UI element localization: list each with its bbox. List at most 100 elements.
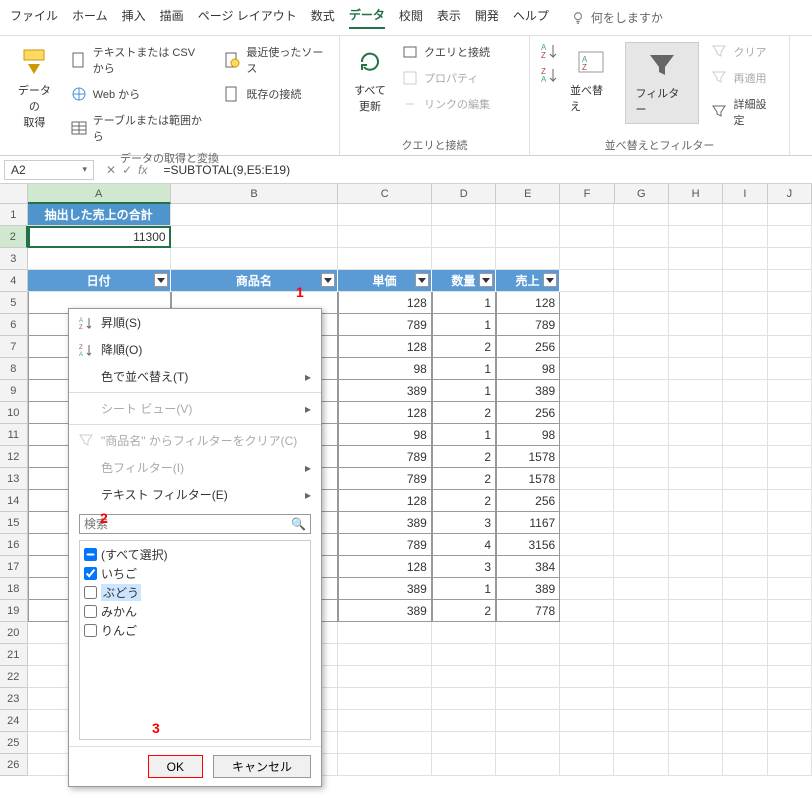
cell-sales[interactable]: 1578 <box>496 468 560 490</box>
cell-sales[interactable]: 389 <box>496 380 560 402</box>
cell[interactable] <box>768 358 812 380</box>
checkbox[interactable] <box>84 624 97 637</box>
cell[interactable] <box>496 226 560 248</box>
cell[interactable] <box>614 688 668 710</box>
cell[interactable] <box>768 534 812 556</box>
web-button[interactable]: Web から <box>67 84 213 104</box>
cell[interactable] <box>614 644 668 666</box>
cell[interactable] <box>560 314 614 336</box>
cell[interactable] <box>723 402 767 424</box>
cell[interactable] <box>669 578 723 600</box>
cell-qty[interactable]: 2 <box>432 600 496 622</box>
cell[interactable] <box>432 204 496 226</box>
tab-draw[interactable]: 描画 <box>160 7 184 28</box>
cell[interactable] <box>723 534 767 556</box>
th-date[interactable]: 日付 <box>28 270 171 292</box>
cell[interactable] <box>614 578 668 600</box>
cell[interactable] <box>669 468 723 490</box>
cell[interactable] <box>723 644 767 666</box>
text-filter-item[interactable]: テキスト フィルター(E)▸ <box>69 481 321 508</box>
cell[interactable] <box>768 490 812 512</box>
row-header[interactable]: 14 <box>0 490 28 512</box>
cell-price[interactable]: 128 <box>338 402 432 424</box>
cell[interactable] <box>669 688 723 710</box>
cell-sales[interactable]: 3156 <box>496 534 560 556</box>
col-header-f[interactable]: F <box>560 184 614 204</box>
cell[interactable] <box>614 556 668 578</box>
cell[interactable] <box>614 600 668 622</box>
cell[interactable] <box>496 710 560 732</box>
cell[interactable] <box>768 468 812 490</box>
cell-qty[interactable]: 2 <box>432 490 496 512</box>
cell[interactable] <box>28 248 171 270</box>
col-header-a[interactable]: A <box>28 184 171 204</box>
filter-check-item[interactable]: いちご <box>84 564 306 583</box>
cell[interactable] <box>560 556 614 578</box>
tab-developer[interactable]: 開発 <box>475 7 499 28</box>
filter-arrow-icon[interactable] <box>321 273 335 287</box>
cell-price[interactable]: 789 <box>338 468 432 490</box>
cell[interactable] <box>669 512 723 534</box>
col-header-b[interactable]: B <box>171 184 339 204</box>
cell[interactable] <box>768 402 812 424</box>
cell[interactable] <box>560 358 614 380</box>
row-header[interactable]: 15 <box>0 512 28 534</box>
cell[interactable] <box>560 292 614 314</box>
tab-insert[interactable]: 挿入 <box>122 7 146 28</box>
cell[interactable] <box>669 314 723 336</box>
row-header[interactable]: 9 <box>0 380 28 402</box>
filter-check-item[interactable]: (すべて選択) <box>84 545 306 564</box>
cell-sales[interactable]: 384 <box>496 556 560 578</box>
cell-sales[interactable]: 256 <box>496 490 560 512</box>
cell[interactable] <box>669 424 723 446</box>
row-header[interactable]: 17 <box>0 556 28 578</box>
cell[interactable] <box>338 204 432 226</box>
sort-asc-item[interactable]: AZ昇順(S) <box>69 309 321 336</box>
cell-qty[interactable]: 3 <box>432 512 496 534</box>
cell[interactable] <box>723 204 767 226</box>
cell[interactable] <box>669 534 723 556</box>
cell-price[interactable]: 128 <box>338 490 432 512</box>
cell[interactable] <box>614 270 668 292</box>
cell-sales[interactable]: 128 <box>496 292 560 314</box>
cell[interactable] <box>560 270 614 292</box>
cell[interactable] <box>496 688 560 710</box>
cell[interactable] <box>432 226 496 248</box>
row-header[interactable]: 19 <box>0 600 28 622</box>
select-all-corner[interactable] <box>0 184 28 204</box>
cell[interactable] <box>669 358 723 380</box>
ok-button[interactable]: OK <box>148 755 203 778</box>
cell[interactable] <box>723 622 767 644</box>
formula-input[interactable]: =SUBTOTAL(9,E5:E19) <box>155 161 812 179</box>
cell[interactable] <box>768 644 812 666</box>
cell[interactable] <box>669 446 723 468</box>
row-header[interactable]: 26 <box>0 754 28 776</box>
cell[interactable] <box>560 336 614 358</box>
col-header-h[interactable]: H <box>669 184 723 204</box>
cell-price[interactable]: 389 <box>338 600 432 622</box>
checkbox[interactable] <box>84 605 97 618</box>
cell[interactable] <box>560 732 614 754</box>
cell[interactable] <box>768 204 812 226</box>
row-header[interactable]: 2 <box>0 226 28 248</box>
row-header[interactable]: 16 <box>0 534 28 556</box>
cell[interactable] <box>560 534 614 556</box>
cell-price[interactable]: 389 <box>338 380 432 402</box>
cell[interactable] <box>768 732 812 754</box>
cell[interactable] <box>614 204 668 226</box>
cell-qty[interactable]: 2 <box>432 402 496 424</box>
label-total[interactable]: 抽出した売上の合計 <box>28 204 171 226</box>
cell[interactable] <box>614 402 668 424</box>
cell[interactable] <box>432 644 496 666</box>
cell[interactable] <box>614 424 668 446</box>
tab-review[interactable]: 校閲 <box>399 7 423 28</box>
cell[interactable] <box>560 512 614 534</box>
cell[interactable] <box>723 270 767 292</box>
row-header[interactable]: 25 <box>0 732 28 754</box>
cell[interactable] <box>338 622 432 644</box>
filter-check-item[interactable]: りんご <box>84 621 306 640</box>
cell-sales[interactable]: 778 <box>496 600 560 622</box>
cell[interactable] <box>768 292 812 314</box>
col-header-i[interactable]: I <box>723 184 767 204</box>
cell[interactable] <box>614 732 668 754</box>
